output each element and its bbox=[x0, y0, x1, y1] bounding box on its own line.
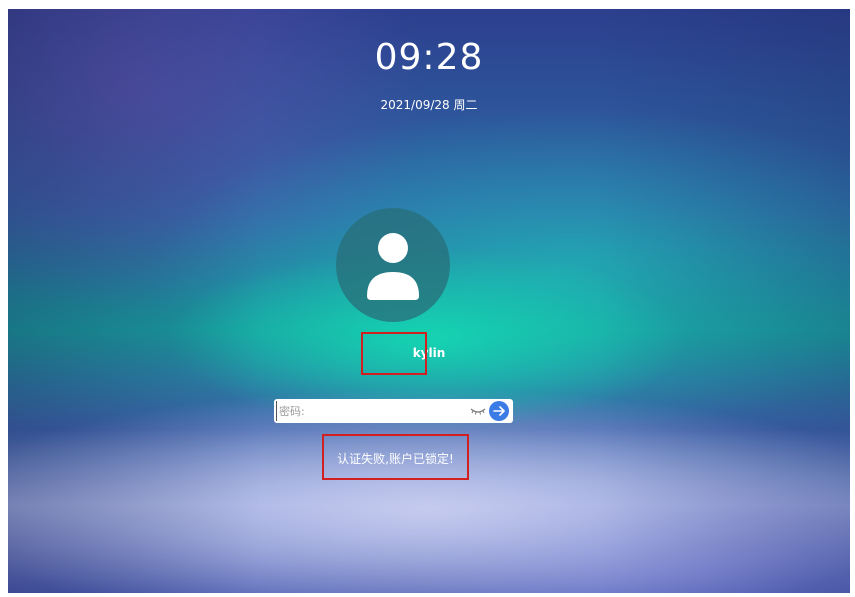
clock-date: 2021/09/28 周二 bbox=[380, 98, 478, 112]
password-input[interactable] bbox=[276, 401, 469, 421]
username-highlight-box bbox=[361, 332, 427, 375]
clock-time: 09:28 bbox=[374, 37, 484, 78]
eye-closed-icon[interactable] bbox=[470, 405, 486, 417]
arrow-right-icon bbox=[493, 406, 505, 416]
user-avatar[interactable] bbox=[336, 208, 450, 322]
password-field-container bbox=[274, 399, 513, 423]
error-highlight-box bbox=[322, 434, 469, 480]
user-silhouette-icon bbox=[367, 233, 419, 300]
lock-screen: 09:28 2021/09/28 周二 kylin 认证失败,账户已锁定! bbox=[8, 9, 850, 593]
username-label: kylin bbox=[412, 346, 446, 360]
submit-button[interactable] bbox=[489, 401, 509, 421]
